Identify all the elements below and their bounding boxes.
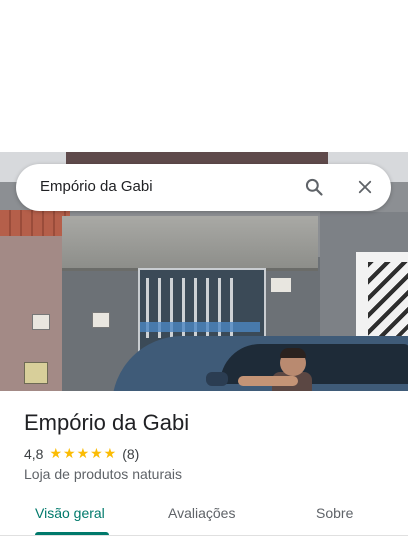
tab-about[interactable]: Sobre <box>316 505 353 521</box>
photo-meter-box <box>24 362 48 384</box>
tab-reviews[interactable]: Avaliações <box>168 505 235 521</box>
photo-wall-switch <box>32 314 50 330</box>
photo-roof-tiles <box>0 210 70 236</box>
star-rating-icon: ★★★★★ <box>49 445 118 461</box>
tab-overview[interactable]: Visão geral <box>35 505 105 521</box>
map-blank-area <box>0 0 408 152</box>
photo-person-arm <box>238 376 298 386</box>
photo-small-sign <box>271 278 291 292</box>
place-category[interactable]: Loja de produtos naturais <box>24 466 182 482</box>
photo-door-band <box>140 322 260 332</box>
place-title: Empório da Gabi <box>24 410 190 435</box>
close-icon[interactable] <box>356 178 374 196</box>
photo-person-hair <box>280 348 306 358</box>
photo-window-bars <box>368 262 408 342</box>
rating-row[interactable]: 4,8 ★★★★★ (8) <box>24 445 139 462</box>
photo-wall-switch <box>92 312 110 328</box>
search-icon[interactable] <box>304 177 324 197</box>
search-bar[interactable]: Empório da Gabi <box>16 164 391 211</box>
search-input[interactable]: Empório da Gabi <box>40 178 153 195</box>
rating-value: 4,8 <box>24 445 44 462</box>
tabs-divider <box>0 535 408 536</box>
review-count[interactable]: (8) <box>122 446 139 462</box>
photo-car-mirror <box>206 372 228 386</box>
photo-awning <box>62 216 318 271</box>
